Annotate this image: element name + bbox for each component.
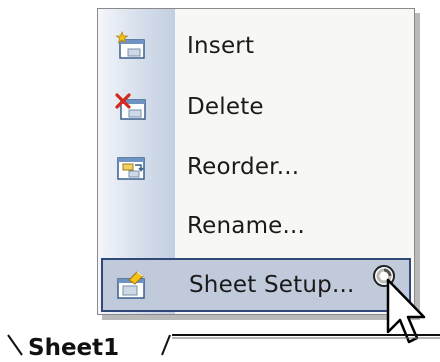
sheet-context-menu: Insert Delete Reorder... Rename... Sheet… xyxy=(97,8,415,315)
menu-item-insert[interactable]: Insert xyxy=(101,19,411,73)
sheet-area: Insert Delete Reorder... Rename... Sheet… xyxy=(0,0,440,362)
menu-item-reorder[interactable]: Reorder... xyxy=(101,140,411,194)
menu-item-label: Delete xyxy=(187,94,264,120)
delete-sheet-icon xyxy=(115,92,147,122)
menu-item-rename[interactable]: Rename... xyxy=(101,199,411,253)
insert-sheet-icon xyxy=(115,30,147,61)
sheet-setup-icon xyxy=(115,270,147,300)
reorder-sheets-icon xyxy=(115,152,147,182)
menu-item-sheet-setup[interactable]: Sheet Setup... xyxy=(101,258,411,312)
sheet-tab-sheet1[interactable]: Sheet1 xyxy=(28,334,119,362)
menu-item-label: Insert xyxy=(187,33,255,59)
menu-item-label: Reorder... xyxy=(187,154,300,180)
sheet-tab-bar: Sheet1 xyxy=(0,333,440,362)
menu-item-label: Rename... xyxy=(187,213,306,239)
menu-item-delete[interactable]: Delete xyxy=(101,80,411,134)
menu-item-label: Sheet Setup... xyxy=(189,272,355,298)
